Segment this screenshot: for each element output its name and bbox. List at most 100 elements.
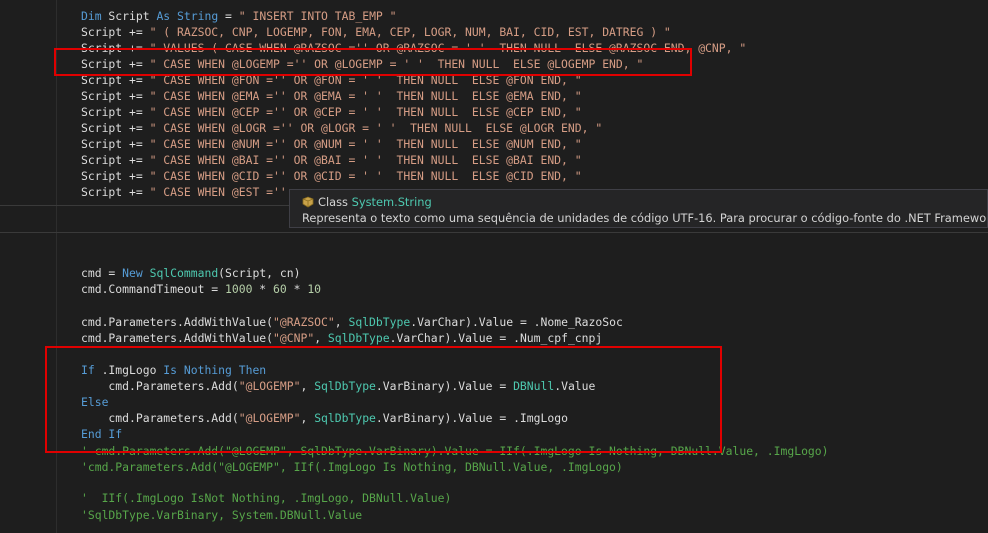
code-string: "@LOGEMP": [238, 379, 301, 393]
code-text: Script +=: [81, 121, 150, 135]
code-text: .ImgLogo: [94, 363, 164, 377]
code-line[interactable]: cmd.Parameters.Add("@LOGEMP", SqlDbType.…: [81, 378, 595, 394]
code-string: "@CNP": [273, 331, 315, 345]
code-keyword: Then: [238, 363, 267, 377]
tooltip-type-name: System.String: [351, 195, 432, 209]
code-string: " CASE WHEN @LOGR ='' OR @LOGR = ' ' THE…: [149, 121, 603, 135]
code-string: "@RAZSOC": [273, 315, 335, 329]
tooltip-kind: Class: [318, 195, 348, 209]
code-keyword: End If: [81, 427, 123, 441]
code-string: " CASE WHEN @CID ='' OR @CID = ' ' THEN …: [149, 169, 582, 183]
code-text: Script +=: [81, 73, 150, 87]
code-editor[interactable]: Dim Script As String = " INSERT INTO TAB…: [0, 0, 988, 533]
code-line[interactable]: Script += " CASE WHEN @LOGR ='' OR @LOGR…: [81, 120, 602, 136]
code-text: Script +=: [81, 153, 150, 167]
code-line[interactable]: cmd.Parameters.Add("@LOGEMP", SqlDbType.…: [81, 410, 568, 426]
code-text: .VarBinary).Value = .ImgLogo: [375, 411, 568, 425]
code-text: =: [218, 9, 239, 23]
code-line[interactable]: Script += " CASE WHEN @CEP ='' OR @CEP =…: [81, 104, 582, 120]
code-string: " ( RAZSOC, CNP, LOGEMP, FON, EMA, CEP, …: [149, 25, 671, 39]
code-comment: ' cmd.Parameters.Add("@LOGEMP", SqlDbTyp…: [81, 444, 829, 458]
code-text: Script +=: [81, 169, 150, 183]
code-line[interactable]: ' cmd.Parameters.Add("@LOGEMP", SqlDbTyp…: [81, 443, 829, 459]
code-number: 10: [307, 282, 322, 296]
code-keyword: String: [177, 9, 219, 23]
code-text: *: [286, 282, 308, 296]
code-line[interactable]: cmd.Parameters.AddWithValue("@RAZSOC", S…: [81, 314, 623, 330]
code-line[interactable]: cmd.CommandTimeout = 1000 * 60 * 10: [81, 281, 321, 297]
code-type: SqlDbType: [314, 411, 376, 425]
code-text: .VarBinary).Value =: [375, 379, 514, 393]
code-line[interactable]: ' IIf(.ImgLogo IsNot Nothing, .ImgLogo, …: [81, 490, 451, 506]
code-text: Script: [101, 9, 157, 23]
code-string: " VALUES ( CASE WHEN @RAZSOC ='' OR @RAZ…: [149, 41, 747, 55]
code-comment: ' IIf(.ImgLogo IsNot Nothing, .ImgLogo, …: [81, 491, 452, 505]
code-string: "@LOGEMP": [238, 411, 301, 425]
code-keyword: If: [81, 363, 95, 377]
code-line[interactable]: Script += " CASE WHEN @LOGEMP ='' OR @LO…: [81, 56, 643, 72]
code-string: " INSERT INTO TAB_EMP ": [238, 9, 397, 23]
code-text: Script +=: [81, 57, 150, 71]
code-string: " CASE WHEN @NUM ='' OR @NUM = ' ' THEN …: [149, 137, 582, 151]
code-type: SqlDbType: [348, 315, 411, 329]
code-text: cmd.Parameters.AddWithValue(: [81, 315, 274, 329]
code-text: cmd =: [81, 266, 123, 280]
code-line[interactable]: cmd = New SqlCommand(Script, cn): [81, 265, 300, 281]
quickinfo-tooltip: Class System.String Representa o texto c…: [289, 189, 988, 228]
code-keyword: Dim: [81, 9, 102, 23]
code-line[interactable]: Script += " ( RAZSOC, CNP, LOGEMP, FON, …: [81, 24, 671, 40]
gutter-divider: [56, 0, 57, 533]
code-comment: 'cmd.Parameters.Add("@LOGEMP", IIf(.ImgL…: [81, 460, 623, 474]
code-text: cmd.CommandTimeout =: [81, 282, 226, 296]
code-line[interactable]: Else: [81, 394, 108, 410]
code-type: DBNull: [513, 379, 555, 393]
code-text: cmd.Parameters.Add(: [81, 411, 239, 425]
code-type: SqlCommand: [149, 266, 219, 280]
section-divider: [0, 232, 988, 233]
code-line[interactable]: Script += " VALUES ( CASE WHEN @RAZSOC =…: [81, 40, 746, 56]
code-string: " CASE WHEN @EST ='': [149, 185, 287, 199]
code-line[interactable]: End If: [81, 426, 122, 442]
code-line[interactable]: Dim Script As String = " INSERT INTO TAB…: [81, 8, 397, 24]
code-text: .VarChar).Value = .Nome_RazoSoc: [410, 315, 623, 329]
code-comment: 'SqlDbType.VarBinary, System.DBNull.Valu…: [81, 508, 363, 522]
code-line[interactable]: 'SqlDbType.VarBinary, System.DBNull.Valu…: [81, 507, 362, 523]
code-text: ,: [334, 315, 349, 329]
code-number: 60: [273, 282, 287, 296]
code-string: " CASE WHEN @CEP ='' OR @CEP = ' ' THEN …: [149, 105, 582, 119]
code-keyword: New: [122, 266, 143, 280]
code-line[interactable]: Script += " CASE WHEN @EMA ='' OR @EMA =…: [81, 88, 582, 104]
code-text: Script +=: [81, 41, 150, 55]
code-text: Script +=: [81, 105, 150, 119]
code-string: " CASE WHEN @BAI ='' OR @BAI = ' ' THEN …: [149, 153, 582, 167]
code-text: Script +=: [81, 89, 150, 103]
code-text: cmd.Parameters.AddWithValue(: [81, 331, 274, 345]
code-text: ,: [300, 379, 315, 393]
code-text: ,: [314, 331, 328, 345]
code-keyword: As: [156, 9, 171, 23]
code-line[interactable]: cmd.Parameters.AddWithValue("@CNP", SqlD…: [81, 330, 602, 346]
code-text: Script +=: [81, 185, 150, 199]
code-string: " CASE WHEN @FON ='' OR @FON = ' ' THEN …: [149, 73, 582, 87]
code-text: Script +=: [81, 25, 150, 39]
code-type: SqlDbType: [314, 379, 376, 393]
tooltip-header: Class System.String: [302, 195, 432, 209]
code-line[interactable]: Script += " CASE WHEN @EST ='': [81, 184, 287, 200]
code-line[interactable]: Script += " CASE WHEN @BAI ='' OR @BAI =…: [81, 152, 582, 168]
code-keyword: Else: [81, 395, 109, 409]
tooltip-description: Representa o texto como uma sequência de…: [302, 211, 988, 225]
code-text: .VarChar).Value = .Num_cpf_cnpj: [389, 331, 603, 345]
code-line[interactable]: Script += " CASE WHEN @CID ='' OR @CID =…: [81, 168, 582, 184]
code-text: ,: [300, 411, 315, 425]
code-keyword: Is Nothing: [163, 363, 232, 377]
code-line[interactable]: Script += " CASE WHEN @NUM ='' OR @NUM =…: [81, 136, 582, 152]
code-line[interactable]: 'cmd.Parameters.Add("@LOGEMP", IIf(.ImgL…: [81, 459, 623, 475]
code-text: Script +=: [81, 137, 150, 151]
code-number: 1000: [225, 282, 253, 296]
code-line[interactable]: If .ImgLogo Is Nothing Then: [81, 362, 266, 378]
code-string: " CASE WHEN @EMA ='' OR @EMA = ' ' THEN …: [149, 89, 582, 103]
code-line[interactable]: Script += " CASE WHEN @FON ='' OR @FON =…: [81, 72, 582, 88]
